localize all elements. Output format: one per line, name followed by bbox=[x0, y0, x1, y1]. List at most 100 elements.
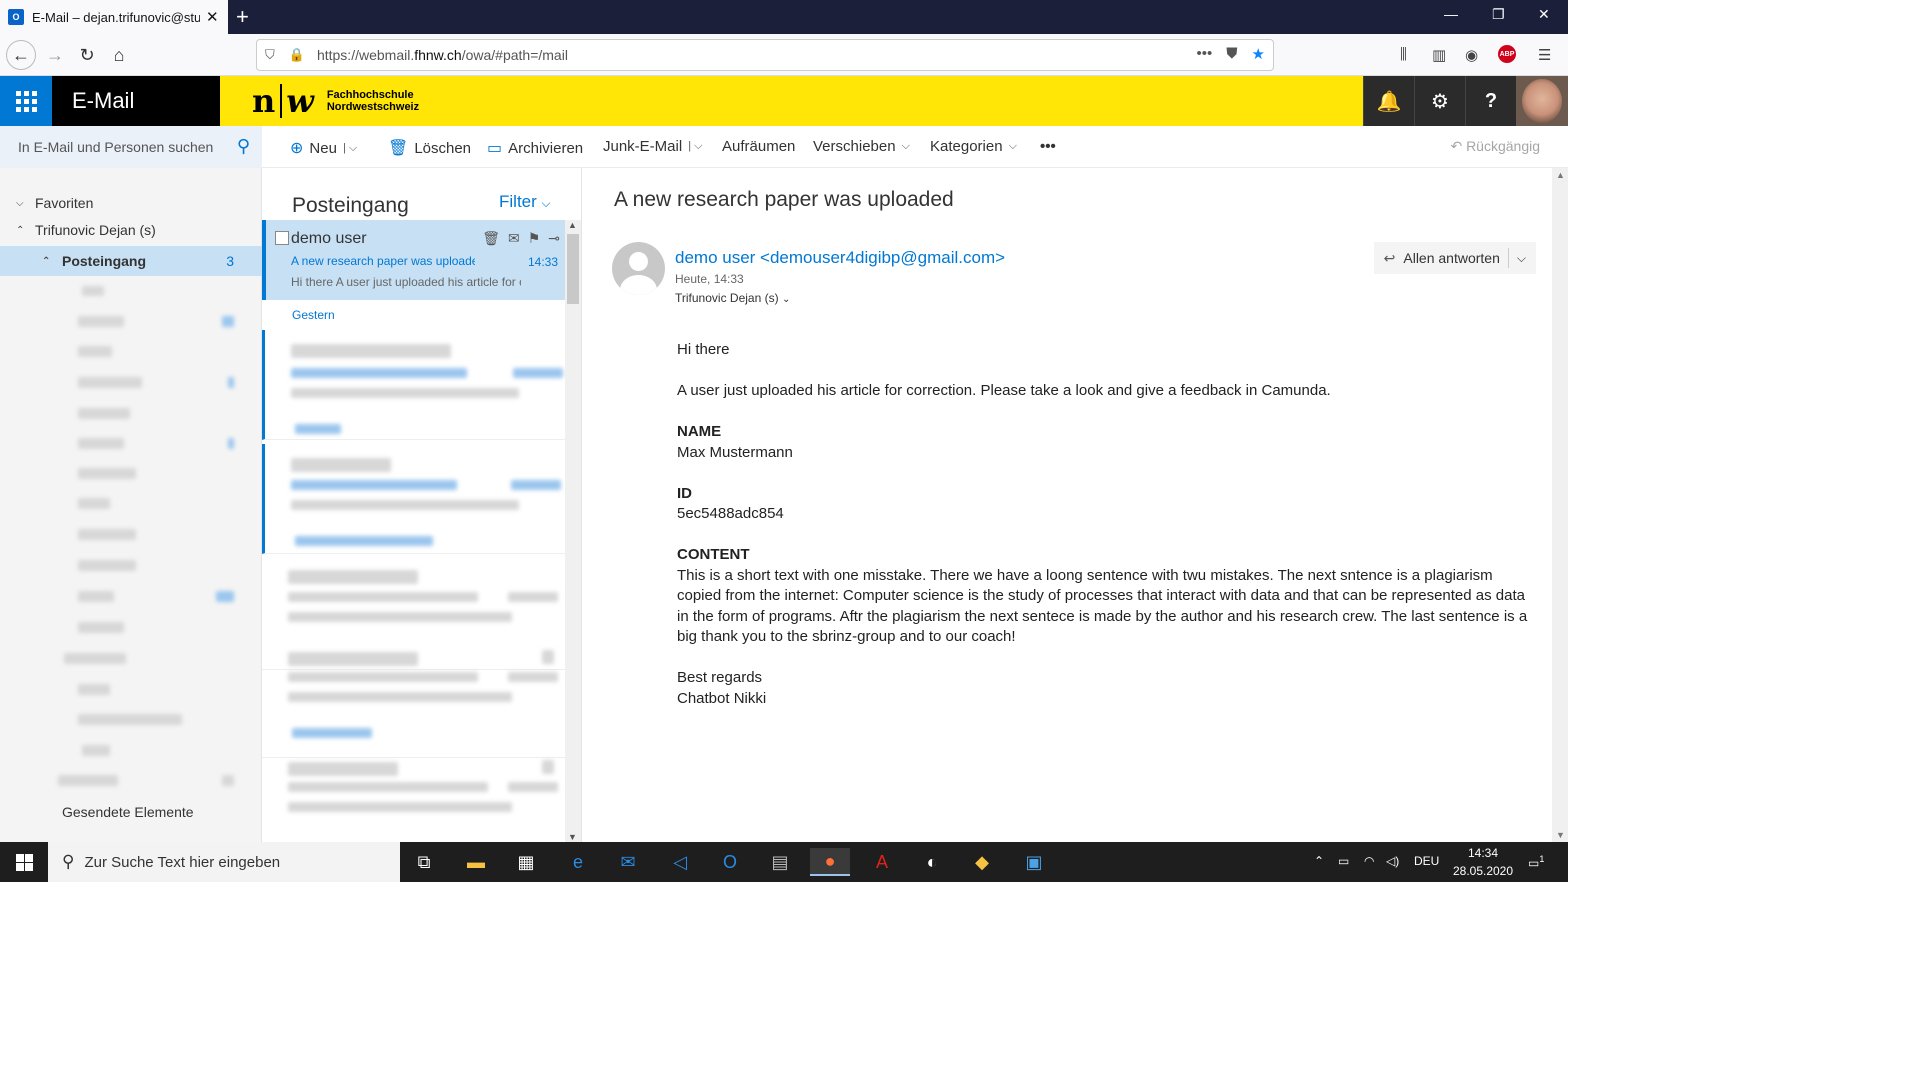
select-checkbox[interactable] bbox=[275, 231, 289, 245]
message-subject: A new research paper was uploaded bbox=[291, 254, 475, 268]
command-bar: In E-Mail und Personen suchen ⚲ ⊕ Neu | ⌵ … bbox=[0, 126, 1568, 168]
acrobat-icon[interactable]: A bbox=[862, 848, 902, 876]
categories-button[interactable]: Kategorien ⌵ bbox=[930, 138, 1017, 155]
email-recipient[interactable]: Trifunovic Dejan (s) ⌄ bbox=[675, 291, 790, 305]
app-launcher-button[interactable] bbox=[0, 76, 52, 126]
folder-account[interactable]: ⌃ Trifunovic Dejan (s) bbox=[0, 216, 262, 244]
blurred-folder bbox=[64, 653, 126, 664]
chevron-down-icon: ⌵ bbox=[16, 197, 24, 209]
folder-pane: ⌵ Favoriten ⌃ Trifunovic Dejan (s) ⌃ Postei… bbox=[0, 168, 262, 842]
archive-icon: ▭ bbox=[487, 140, 503, 157]
reload-button[interactable]: ↻ bbox=[72, 40, 102, 70]
flag-icon[interactable]: ⚑ bbox=[528, 230, 541, 247]
language-indicator[interactable]: DEU bbox=[1414, 854, 1439, 868]
account-icon[interactable]: ◉ bbox=[1465, 46, 1478, 64]
folder-favorites[interactable]: ⌵ Favoriten bbox=[0, 189, 262, 217]
close-window-icon[interactable]: ✕ bbox=[1538, 6, 1550, 23]
user-avatar[interactable] bbox=[1516, 76, 1568, 126]
mark-read-icon[interactable]: ✉ bbox=[508, 230, 520, 247]
close-tab-icon[interactable]: ✕ bbox=[206, 8, 219, 26]
library-icon[interactable]: ⫼ bbox=[1400, 46, 1407, 63]
search-input[interactable]: In E-Mail und Personen suchen ⚲ bbox=[0, 126, 262, 168]
minimize-icon[interactable]: — bbox=[1444, 6, 1458, 22]
outlook-app-icon[interactable]: O bbox=[710, 848, 750, 876]
page-actions-icon[interactable]: ••• bbox=[1197, 45, 1213, 63]
notifications-bell-icon[interactable]: 🔔 bbox=[1363, 76, 1414, 126]
blurred-folder bbox=[78, 498, 110, 509]
email-body: Hi there A user just uploaded his articl… bbox=[677, 340, 1537, 730]
header-actions: 🔔 ⚙ ? bbox=[1363, 76, 1568, 126]
volume-icon[interactable]: ◁) bbox=[1386, 854, 1399, 868]
chevron-down-icon: | ⌵ bbox=[342, 141, 358, 154]
taskbar-search[interactable]: ⚲ Zur Suche Text hier eingeben bbox=[48, 842, 400, 882]
chevron-up-icon: ⌃ bbox=[42, 255, 51, 267]
url-bar[interactable]: ⛉ 🔒 https://webmail.fhnw.ch/owa/#path=/m… bbox=[256, 39, 1274, 71]
start-button[interactable] bbox=[0, 842, 48, 882]
archive-button[interactable]: ▭ Archivieren bbox=[487, 138, 583, 158]
body-greeting: Hi there bbox=[677, 341, 730, 358]
email-sender[interactable]: demo user <demouser4digibp@gmail.com> bbox=[675, 248, 1005, 268]
store-icon[interactable]: ▦ bbox=[506, 848, 546, 876]
junk-button[interactable]: Junk-E-Mail | ⌵ bbox=[603, 138, 702, 155]
edge-icon[interactable]: e bbox=[558, 848, 598, 876]
undo-button[interactable]: ↶ Rückgängig bbox=[1450, 138, 1540, 155]
battery-icon[interactable]: ▭ bbox=[1338, 854, 1349, 868]
pocket-icon[interactable]: ⛊ bbox=[1226, 45, 1237, 63]
restore-icon[interactable]: ❐ bbox=[1492, 6, 1505, 23]
message-item[interactable] bbox=[262, 648, 566, 758]
blurred-folder bbox=[78, 438, 124, 449]
git-icon[interactable]: ◆ bbox=[962, 848, 1002, 876]
delete-button[interactable]: 🗑 Löschen bbox=[388, 138, 471, 158]
blurred-folder bbox=[78, 468, 136, 479]
blurred-folder bbox=[82, 745, 110, 756]
filter-button[interactable]: Filter ⌵ bbox=[499, 192, 551, 212]
reading-pane-scrollbar[interactable]: ▲ ▼ bbox=[1552, 168, 1568, 842]
home-button[interactable]: ⌂ bbox=[104, 40, 134, 70]
shield-icon[interactable]: ⛉ bbox=[265, 47, 275, 63]
notification-center-icon[interactable]: ▭1 bbox=[1528, 854, 1544, 870]
new-tab-button[interactable]: + bbox=[236, 4, 249, 30]
message-item[interactable] bbox=[262, 330, 566, 440]
new-button[interactable]: ⊕ Neu | ⌵ bbox=[290, 138, 357, 158]
sweep-button[interactable]: Aufräumen bbox=[722, 138, 795, 155]
blurred-folder bbox=[78, 622, 124, 633]
pin-icon[interactable]: ⊸ bbox=[548, 230, 560, 247]
message-item-selected[interactable]: demo user 🗑 ✉ ⚑ ⊸ A new research paper w… bbox=[262, 220, 566, 300]
task-view-icon[interactable]: ⧉ bbox=[404, 848, 444, 876]
adblock-icon[interactable]: ABP bbox=[1498, 45, 1516, 63]
folder-inbox[interactable]: ⌃ Posteingang 3 bbox=[0, 246, 262, 276]
message-item[interactable] bbox=[262, 444, 566, 554]
vscode-icon[interactable]: ◁ bbox=[660, 848, 700, 876]
search-icon[interactable]: ⚲ bbox=[237, 136, 250, 157]
body-name-value: Max Mustermann bbox=[677, 443, 793, 461]
back-button[interactable]: ← bbox=[6, 40, 36, 70]
message-list-scrollbar[interactable]: ▲ ▼ bbox=[565, 220, 581, 842]
folder-sent[interactable]: Gesendete Elemente bbox=[0, 798, 262, 826]
wifi-icon[interactable]: ◠ bbox=[1364, 854, 1374, 868]
photos-icon[interactable]: ▣ bbox=[1014, 848, 1054, 876]
help-icon[interactable]: ? bbox=[1465, 76, 1516, 126]
sender-avatar[interactable] bbox=[612, 242, 665, 295]
app-icon[interactable]: ▤ bbox=[760, 848, 800, 876]
delete-icon[interactable]: 🗑 bbox=[482, 230, 500, 247]
lock-icon[interactable]: 🔒 bbox=[289, 47, 305, 63]
firefox-icon[interactable]: ● bbox=[810, 848, 850, 876]
reply-all-button[interactable]: ↩ Allen antworten ⌵ bbox=[1373, 242, 1536, 274]
move-button[interactable]: Verschieben ⌵ bbox=[813, 138, 910, 155]
taskbar-clock[interactable]: 14:34 28.05.2020 bbox=[1448, 844, 1518, 880]
blurred-folder bbox=[78, 529, 136, 540]
mail-icon[interactable]: ✉ bbox=[608, 848, 648, 876]
more-commands-button[interactable]: ••• bbox=[1040, 138, 1056, 155]
scrollbar-thumb[interactable] bbox=[567, 234, 579, 304]
settings-gear-icon[interactable]: ⚙ bbox=[1414, 76, 1465, 126]
plus-circle-icon: ⊕ bbox=[290, 140, 304, 157]
sidebar-icon[interactable]: ▥ bbox=[1432, 46, 1446, 64]
menu-icon[interactable]: ☰ bbox=[1538, 46, 1551, 64]
file-explorer-icon[interactable]: ▬ bbox=[456, 848, 496, 876]
show-hidden-icons[interactable]: ⌃ bbox=[1314, 854, 1324, 868]
eclipse-icon[interactable]: ◐ bbox=[912, 848, 952, 876]
browser-tab[interactable]: O E-Mail – dejan.trifunovic@students.fhn… bbox=[0, 0, 228, 34]
bookmark-star-icon[interactable]: ★ bbox=[1252, 45, 1265, 63]
forward-button[interactable]: → bbox=[40, 40, 70, 70]
message-list: Posteingang Filter ⌵ demo user 🗑 ✉ ⚑ ⊸ A… bbox=[262, 168, 582, 842]
